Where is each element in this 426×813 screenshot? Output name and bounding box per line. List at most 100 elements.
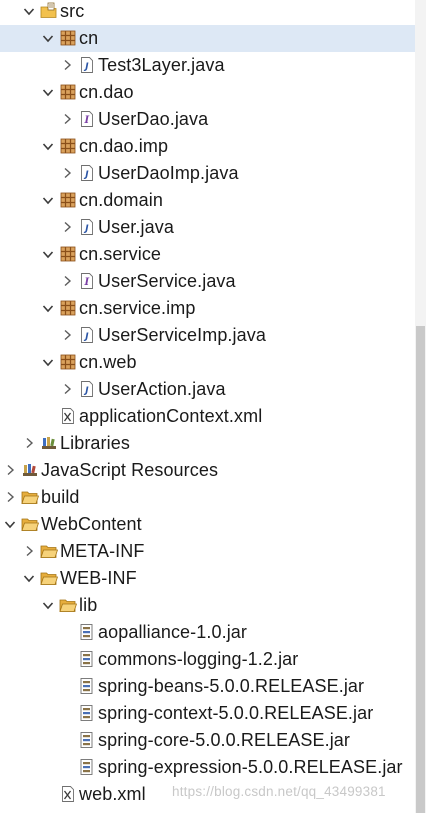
tree-item-label: web.xml [79, 784, 146, 804]
tree-item-label: Test3Layer.java [98, 55, 225, 75]
folder-icon [21, 515, 39, 533]
svg-text:I: I [84, 277, 90, 288]
chevron-down-icon[interactable] [22, 568, 36, 588]
chevron-right-icon[interactable] [22, 541, 36, 561]
chevron-down-icon[interactable] [41, 352, 55, 372]
java-file-icon: J [78, 326, 96, 344]
chevron-down-icon[interactable] [22, 1, 36, 21]
xml-file-icon [59, 407, 77, 425]
chevron-down-icon[interactable] [41, 595, 55, 615]
tree-item-build[interactable]: build [0, 484, 415, 511]
tree-item-cn-dao-imp[interactable]: cn.dao.imp [0, 133, 415, 160]
jar-file-icon [78, 731, 96, 749]
tree-item-label: JavaScript Resources [41, 460, 219, 480]
tree-item-label: spring-context-5.0.0.RELEASE.jar [98, 703, 374, 723]
chevron-right-icon[interactable] [3, 487, 17, 507]
tree-item-label: UserServiceImp.java [98, 325, 266, 345]
tree-item-label: commons-logging-1.2.jar [98, 649, 299, 669]
tree-item-web-inf[interactable]: WEB-INF [0, 565, 415, 592]
jar-file-icon [78, 623, 96, 641]
package-icon [59, 245, 77, 263]
package-icon [59, 353, 77, 371]
chevron-right-icon[interactable] [60, 163, 74, 183]
tree-item-label: WebContent [41, 514, 142, 534]
tree-item-applicationcontext-xml[interactable]: applicationContext.xml [0, 403, 415, 430]
chevron-down-icon[interactable] [3, 514, 17, 534]
tree-item-cn[interactable]: cn [0, 25, 415, 52]
chevron-right-icon[interactable] [60, 109, 74, 129]
chevron-down-icon[interactable] [41, 244, 55, 264]
tree-item-test3layer-java[interactable]: J Test3Layer.java [0, 52, 415, 79]
tree-item-spring-beans-5-0-0-release-jar[interactable]: spring-beans-5.0.0.RELEASE.jar [0, 673, 415, 700]
chevron-right-icon[interactable] [22, 433, 36, 453]
tree-item-label: spring-expression-5.0.0.RELEASE.jar [98, 757, 403, 777]
tree-item-label: src [60, 1, 85, 21]
tree-item-spring-core-5-0-0-release-jar[interactable]: spring-core-5.0.0.RELEASE.jar [0, 727, 415, 754]
project-explorer-tree: src cn J Test3Layer.java cn.dao I UserDao.java… [0, 0, 415, 813]
tree-item-label: build [41, 487, 80, 507]
tree-item-label: cn.web [79, 352, 137, 372]
tree-item-label: UserDao.java [98, 109, 209, 129]
tree-item-libraries[interactable]: Libraries [0, 430, 415, 457]
tree-item-userdao-java[interactable]: I UserDao.java [0, 106, 415, 133]
tree-item-webcontent[interactable]: WebContent [0, 511, 415, 538]
chevron-down-icon[interactable] [41, 190, 55, 210]
chevron-down-icon[interactable] [41, 82, 55, 102]
chevron-right-icon[interactable] [60, 217, 74, 237]
chevron-right-icon[interactable] [60, 271, 74, 291]
tree-item-cn-domain[interactable]: cn.domain [0, 187, 415, 214]
scrollbar-thumb[interactable] [416, 326, 425, 813]
tree-item-lib[interactable]: lib [0, 592, 415, 619]
tree-item-label: aopalliance-1.0.jar [98, 622, 247, 642]
chevron-down-icon[interactable] [41, 298, 55, 318]
java-file-icon: J [78, 56, 96, 74]
tree-item-user-java[interactable]: J User.java [0, 214, 415, 241]
tree-item-src[interactable]: src [0, 0, 415, 25]
tree-item-javascript-resources[interactable]: JavaScript Resources [0, 457, 415, 484]
tree-item-userservice-java[interactable]: I UserService.java [0, 268, 415, 295]
tree-item-userdaoimp-java[interactable]: J UserDaoImp.java [0, 160, 415, 187]
tree-item-userserviceimp-java[interactable]: J UserServiceImp.java [0, 322, 415, 349]
java-file-icon: J [78, 218, 96, 236]
tree-item-spring-context-5-0-0-release-jar[interactable]: spring-context-5.0.0.RELEASE.jar [0, 700, 415, 727]
tree-item-commons-logging-1-2-jar[interactable]: commons-logging-1.2.jar [0, 646, 415, 673]
chevron-right-icon[interactable] [3, 460, 17, 480]
jar-file-icon [78, 650, 96, 668]
chevron-right-icon[interactable] [60, 325, 74, 345]
tree-item-label: Libraries [60, 433, 130, 453]
tree-item-useraction-java[interactable]: J UserAction.java [0, 376, 415, 403]
vertical-scrollbar[interactable] [415, 0, 426, 813]
tree-item-label: cn.service.imp [79, 298, 196, 318]
tree-item-label: spring-beans-5.0.0.RELEASE.jar [98, 676, 365, 696]
chevron-down-icon[interactable] [41, 136, 55, 156]
package-icon [59, 137, 77, 155]
tree-item-label: UserAction.java [98, 379, 226, 399]
chevron-down-icon[interactable] [41, 28, 55, 48]
java-file-icon: J [78, 380, 96, 398]
package-icon [59, 191, 77, 209]
tree-item-label: UserService.java [98, 271, 236, 291]
java-interface-file-icon: I [78, 272, 96, 290]
tree-item-aopalliance-1-0-jar[interactable]: aopalliance-1.0.jar [0, 619, 415, 646]
javascript-resources-icon [21, 461, 39, 479]
tree-item-cn-service-imp[interactable]: cn.service.imp [0, 295, 415, 322]
jar-file-icon [78, 758, 96, 776]
tree-item-cn-service[interactable]: cn.service [0, 241, 415, 268]
tree-item-cn-dao[interactable]: cn.dao [0, 79, 415, 106]
chevron-right-icon[interactable] [60, 55, 74, 75]
java-file-icon: J [78, 164, 96, 182]
tree-item-cn-web[interactable]: cn.web [0, 349, 415, 376]
tree-item-meta-inf[interactable]: META-INF [0, 538, 415, 565]
tree-item-label: cn.domain [79, 190, 163, 210]
tree-item-label: UserDaoImp.java [98, 163, 239, 183]
watermark: https://blog.csdn.net/qq_43499381 [172, 784, 386, 799]
tree-item-label: WEB-INF [60, 568, 137, 588]
jar-file-icon [78, 677, 96, 695]
tree-item-label: cn.dao [79, 82, 134, 102]
folder-icon [40, 542, 58, 560]
tree-item-spring-expression-5-0-0-release-jar[interactable]: spring-expression-5.0.0.RELEASE.jar [0, 754, 415, 781]
folder-icon [59, 596, 77, 614]
tree-item-label: User.java [98, 217, 174, 237]
chevron-right-icon[interactable] [60, 379, 74, 399]
jar-file-icon [78, 704, 96, 722]
